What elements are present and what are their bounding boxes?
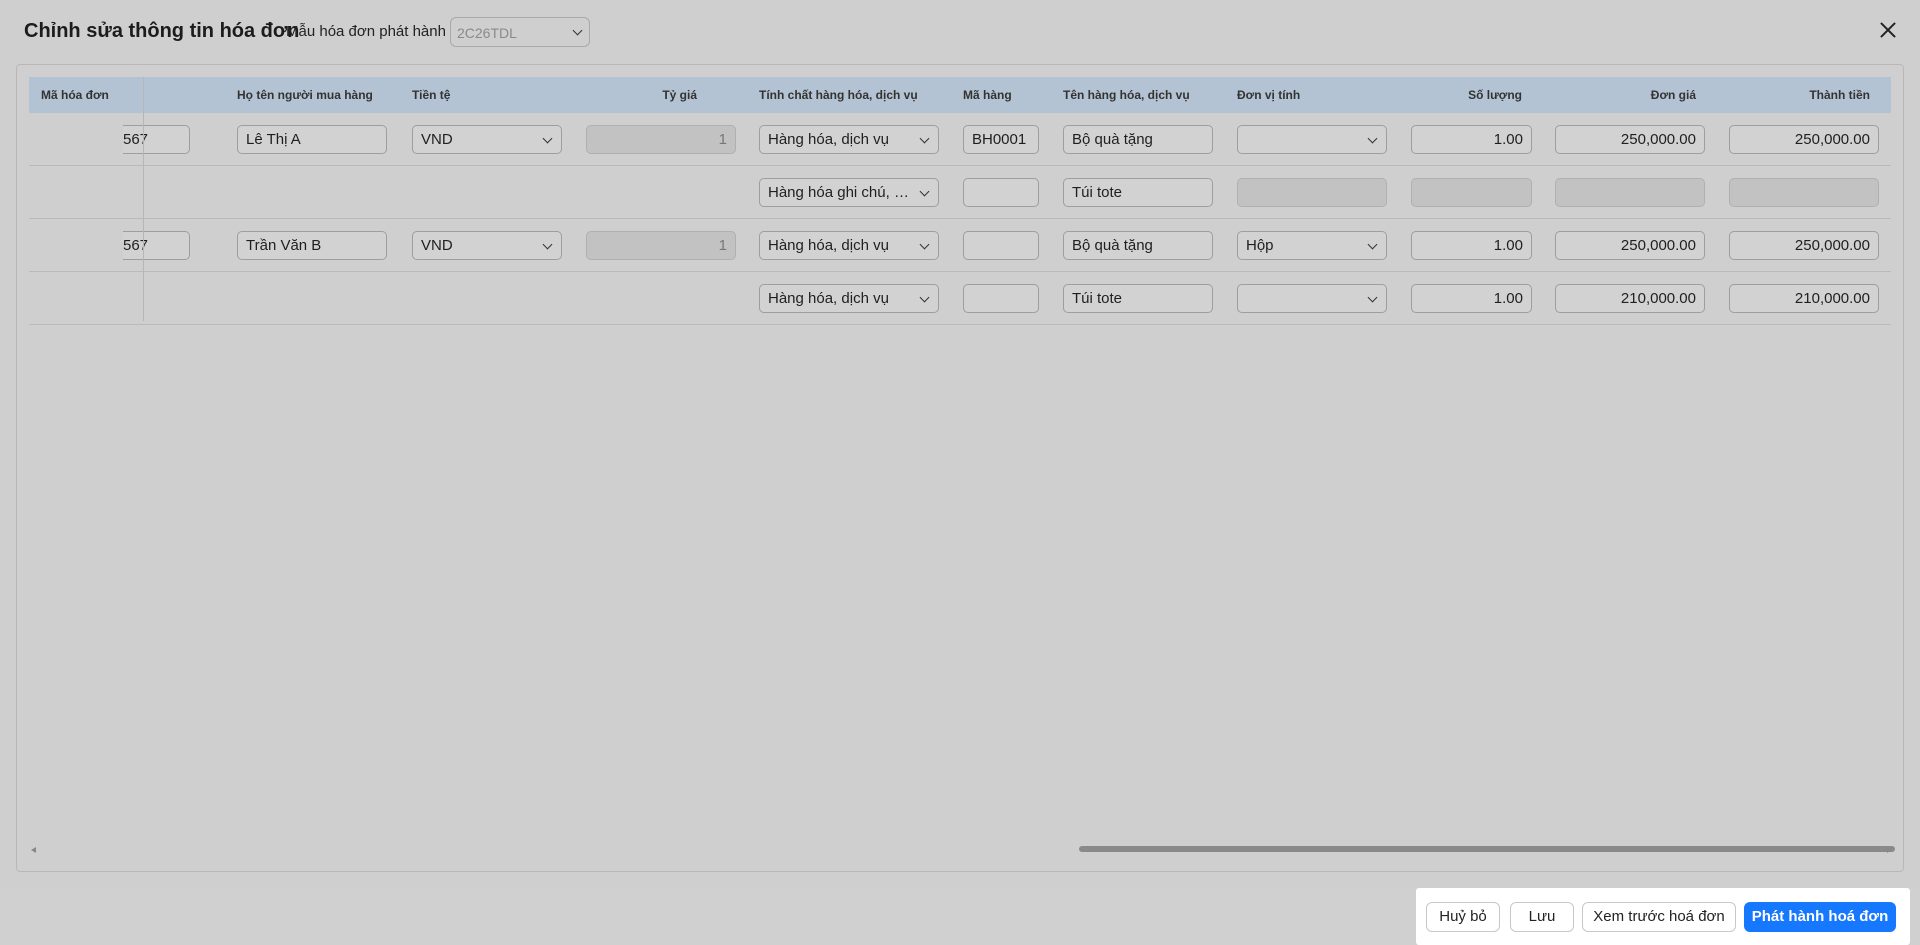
dialog-header: Chỉnh sửa thông tin hóa đơn Mẫu hóa đơn … (0, 0, 1920, 64)
unit-select (1237, 178, 1387, 207)
footer-actions: Huỷ bỏ Lưu Xem trước hoá đơn Phát hành h… (1416, 888, 1910, 945)
item-name-input[interactable]: Túi tote (1063, 178, 1213, 207)
item-code-input[interactable] (963, 231, 1039, 260)
table-row: Hàng hóa, dịch vụ Túi tote 1.00 210,000.… (29, 272, 1891, 325)
currency-value: VND (421, 237, 453, 254)
amount-input (1729, 178, 1879, 207)
invoice-id-input[interactable]: 567 (123, 231, 190, 260)
close-icon[interactable] (1876, 18, 1900, 42)
template-select-value: 2C26TDL (457, 25, 517, 41)
save-button[interactable]: Lưu (1510, 902, 1574, 932)
scroll-left-arrow-icon[interactable] (31, 847, 36, 853)
nature-select[interactable]: Hàng hóa, dịch vụ (759, 284, 939, 313)
template-label: Mẫu hóa đơn phát hành (286, 23, 446, 40)
item-code-input[interactable] (963, 178, 1039, 207)
scroll-right-arrow-icon[interactable] (1887, 847, 1892, 853)
unit-select[interactable] (1237, 125, 1387, 154)
currency-select[interactable]: VND (412, 125, 562, 154)
unit-price-input[interactable]: 250,000.00 (1555, 231, 1705, 260)
chevron-down-icon (1367, 292, 1378, 302)
nature-value: Hàng hóa, dịch vụ (768, 237, 889, 254)
chevron-down-icon (542, 133, 553, 143)
dialog-footer: Huỷ bỏ Lưu Xem trước hoá đơn Phát hành h… (0, 888, 1920, 945)
preview-invoice-button[interactable]: Xem trước hoá đơn (1582, 902, 1736, 932)
issue-invoice-button[interactable]: Phát hành hoá đơn (1744, 902, 1896, 932)
nature-value: Hàng hóa, dịch vụ (768, 290, 889, 307)
unit-value: Hộp (1246, 237, 1274, 254)
frozen-column-divider (143, 77, 144, 321)
currency-select[interactable]: VND (412, 231, 562, 260)
exchange-rate-input: 1 (586, 231, 736, 260)
item-name-input[interactable]: Bộ quà tặng (1063, 125, 1213, 154)
nature-value: Hàng hóa, dịch vụ (768, 131, 889, 148)
nature-value: Hàng hóa ghi chú, diễn giải (768, 184, 939, 201)
unit-select[interactable] (1237, 284, 1387, 313)
item-name-input[interactable]: Túi tote (1063, 284, 1213, 313)
col-header-currency: Tiền tệ (412, 88, 451, 102)
col-header-price: Đơn giá (1650, 88, 1696, 102)
table-row: 567 Lê Thị A VND 1 Hàng hóa, dịch vụ BH0… (29, 113, 1891, 166)
unit-select[interactable]: Hộp (1237, 231, 1387, 260)
amount-input[interactable]: 250,000.00 (1729, 125, 1879, 154)
col-header-code: Mã hàng (963, 88, 1012, 102)
quantity-input[interactable]: 1.00 (1411, 125, 1532, 154)
quantity-input[interactable]: 1.00 (1411, 284, 1532, 313)
item-code-input[interactable]: BH0001 (963, 125, 1039, 154)
chevron-down-icon (919, 292, 930, 302)
chevron-down-icon (919, 239, 930, 249)
quantity-input[interactable]: 1.00 (1411, 231, 1532, 260)
cancel-button[interactable]: Huỷ bỏ (1426, 902, 1500, 932)
dialog-title: Chỉnh sửa thông tin hóa đơn (24, 20, 300, 42)
chevron-down-icon (542, 239, 553, 249)
buyer-name-input[interactable]: Trần Văn B (237, 231, 387, 260)
col-header-nature: Tính chất hàng hóa, dịch vụ (759, 88, 918, 102)
col-header-unit: Đơn vị tính (1237, 88, 1301, 102)
invoice-id-input[interactable]: 567 (123, 125, 190, 154)
nature-select[interactable]: Hàng hóa, dịch vụ (759, 125, 939, 154)
invoice-table-panel: Mã hóa đơn Họ tên người mua hàng Tiền tệ… (16, 64, 1904, 872)
chevron-down-icon (572, 25, 583, 36)
table-row: Hàng hóa ghi chú, diễn giải Túi tote (29, 166, 1891, 219)
amount-input[interactable]: 210,000.00 (1729, 284, 1879, 313)
exchange-rate-input: 1 (586, 125, 736, 154)
item-code-input[interactable] (963, 284, 1039, 313)
quantity-input (1411, 178, 1532, 207)
col-header-qty: Số lượng (1468, 88, 1522, 102)
col-header-rate: Tỷ giá (662, 88, 697, 102)
col-header-buyer: Họ tên người mua hàng (237, 88, 373, 102)
unit-price-input[interactable]: 210,000.00 (1555, 284, 1705, 313)
amount-input[interactable]: 250,000.00 (1729, 231, 1879, 260)
template-select[interactable]: 2C26TDL (450, 17, 590, 47)
col-header-amount: Thành tiền (1809, 88, 1870, 102)
table-row: 567 Trần Văn B VND 1 Hàng hóa, dịch vụ B… (29, 219, 1891, 272)
horizontal-scrollbar-thumb[interactable] (1079, 846, 1895, 852)
unit-price-input[interactable]: 250,000.00 (1555, 125, 1705, 154)
nature-select[interactable]: Hàng hóa ghi chú, diễn giải (759, 178, 939, 207)
chevron-down-icon (1367, 239, 1378, 249)
currency-value: VND (421, 131, 453, 148)
nature-select[interactable]: Hàng hóa, dịch vụ (759, 231, 939, 260)
table-header: Mã hóa đơn Họ tên người mua hàng Tiền tệ… (29, 77, 1891, 113)
chevron-down-icon (919, 133, 930, 143)
unit-price-input (1555, 178, 1705, 207)
chevron-down-icon (1367, 133, 1378, 143)
item-name-input[interactable]: Bộ quà tặng (1063, 231, 1213, 260)
buyer-name-input[interactable]: Lê Thị A (237, 125, 387, 154)
col-header-name: Tên hàng hóa, dịch vụ (1063, 88, 1190, 102)
col-header-ma-hoa-don: Mã hóa đơn (41, 88, 109, 102)
